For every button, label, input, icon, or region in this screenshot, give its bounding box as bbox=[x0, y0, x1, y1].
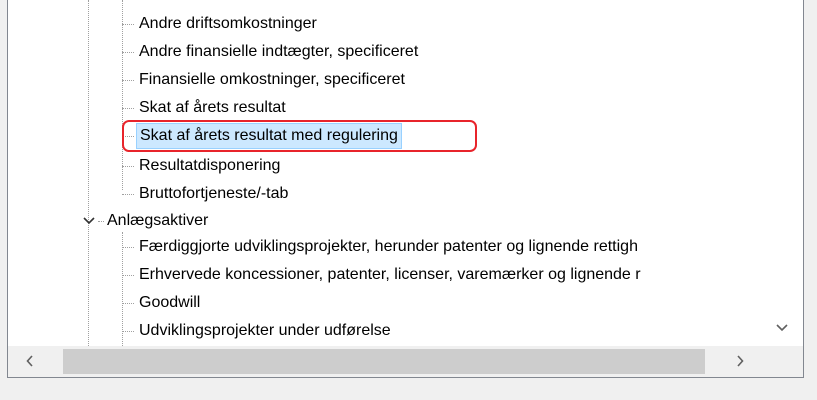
tree-item-label: Andre finansielle indtægter, specificere… bbox=[139, 43, 419, 60]
tree-item-label: Skat af årets resultat bbox=[139, 99, 286, 116]
tree-item-label: Færdiggjorte udviklingsprojekter, herund… bbox=[139, 238, 638, 255]
tree-group-label: Anlægsaktiver bbox=[107, 212, 209, 229]
scroll-left-arrow-icon[interactable] bbox=[20, 351, 40, 371]
tree-item-label: Finansielle omkostninger, specificeret bbox=[139, 71, 405, 88]
scrollbar-thumb[interactable] bbox=[63, 349, 705, 374]
tree-viewport: Andre driftsomkostninger Andre finansiel… bbox=[8, 0, 761, 346]
tree-guide-line bbox=[122, 232, 123, 346]
vertical-scrollbar[interactable] bbox=[760, 0, 803, 346]
scroll-down-arrow-icon[interactable] bbox=[772, 318, 792, 338]
tree-item-label: Bruttofortjeneste/-tab bbox=[139, 185, 289, 202]
tree-guide-line bbox=[122, 0, 123, 190]
scroll-right-arrow-icon[interactable] bbox=[730, 351, 750, 371]
tree-item-label: Andre driftsomkostninger bbox=[139, 15, 317, 32]
tree-item-label: Erhvervede koncessioner, patenter, licen… bbox=[139, 266, 641, 283]
tree-view[interactable]: Andre driftsomkostninger Andre finansiel… bbox=[7, 0, 804, 378]
tree-item-label: Udviklingsprojekter under udførelse bbox=[139, 322, 391, 339]
scrollbar-corner bbox=[760, 346, 803, 377]
chevron-down-icon[interactable] bbox=[82, 214, 96, 228]
horizontal-scrollbar[interactable] bbox=[8, 346, 761, 377]
tree-item-label: Resultatdisponering bbox=[139, 157, 281, 174]
tree-item-label: Skat af årets resultat med regulering bbox=[136, 123, 402, 149]
tree-item-label: Goodwill bbox=[139, 294, 201, 311]
tree-guide-line bbox=[88, 0, 89, 346]
